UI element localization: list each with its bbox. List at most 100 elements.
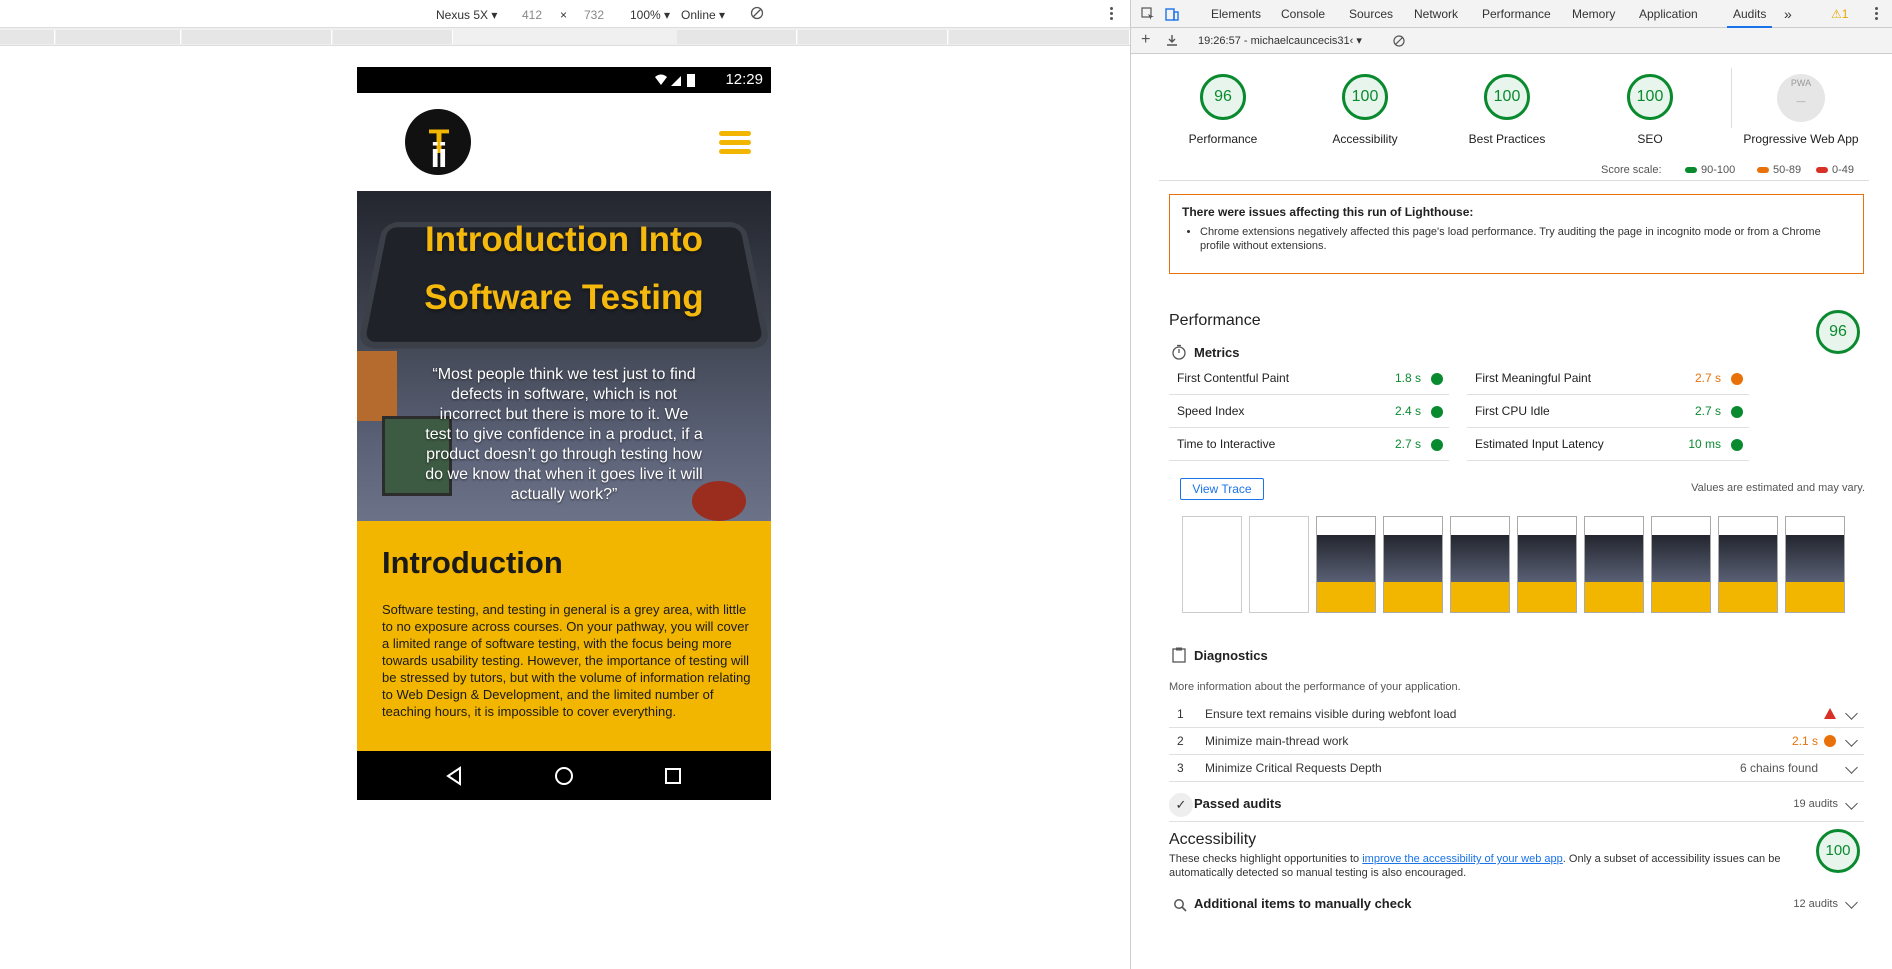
estimate-note: Values are estimated and may vary. (1691, 482, 1865, 494)
passed-audits-row[interactable]: ✓ Passed audits 19 audits (1169, 789, 1864, 822)
tab-elements[interactable]: Elements (1211, 0, 1261, 28)
accessibility-section-title: Accessibility (1169, 831, 1257, 848)
seo-gauge-label: SEO (1637, 132, 1663, 146)
chevron-down-icon (1845, 896, 1858, 909)
score-scale-label: Score scale: (1601, 164, 1662, 176)
performance-gauge[interactable]: 96 (1200, 74, 1246, 120)
more-options-icon[interactable] (1110, 7, 1113, 21)
pwa-badge-icon[interactable]: PWA — (1777, 74, 1825, 122)
filmstrip-frame (1651, 516, 1711, 613)
audits-toolbar: + 19:26:57 - michaelcauncecis31‹ ▾ (1131, 28, 1892, 54)
lighthouse-warning-box: There were issues affecting this run of … (1169, 194, 1864, 274)
filmstrip-frame (1785, 516, 1845, 613)
zoom-select[interactable]: 100% ▾ (630, 8, 670, 22)
diagnostic-row[interactable]: 1 Ensure text remains visible during webf… (1169, 701, 1864, 728)
android-nav-bar (357, 752, 771, 800)
diagnostic-row[interactable]: 3 Minimize Critical Requests Depth 6 chai… (1169, 755, 1864, 782)
tab-performance[interactable]: Performance (1482, 0, 1551, 28)
tab-application[interactable]: Application (1639, 0, 1698, 28)
filmstrip-frame (1584, 516, 1644, 613)
media-query-ruler[interactable] (0, 28, 1130, 46)
devtools-menu-icon[interactable] (1875, 7, 1878, 21)
accessibility-description: These checks highlight opportunities to … (1169, 853, 1781, 879)
clear-reports-icon[interactable] (1393, 35, 1405, 47)
rotate-icon[interactable] (750, 6, 764, 23)
lighthouse-report: 96 Performance 100 Accessibility 100 Bes… (1131, 54, 1892, 969)
diagnostics-description: More information about the performance o… (1169, 681, 1461, 693)
chevron-down-icon (1845, 761, 1858, 774)
filmstrip-frame (1249, 516, 1309, 613)
score-scale-low: 0-49 (1816, 164, 1854, 176)
filmstrip-frame (1316, 516, 1376, 613)
clipboard-icon (1172, 647, 1186, 663)
stopwatch-icon (1172, 344, 1186, 360)
score-scale-mid: 50-89 (1757, 164, 1801, 176)
inspect-element-icon[interactable] (1141, 7, 1155, 21)
device-toolbar-toggle-icon[interactable] (1165, 7, 1179, 21)
site-logo[interactable]: ii T (405, 109, 471, 175)
tab-console[interactable]: Console (1281, 0, 1325, 28)
height-input[interactable]: 732 (584, 8, 604, 22)
metric-tti: Time to Interactive 2.7 s (1169, 428, 1449, 461)
metric-input-latency: Estimated Input Latency 10 ms (1467, 428, 1749, 461)
score-scale-high: 90-100 (1685, 164, 1735, 176)
filmstrip-frame (1718, 516, 1778, 613)
manual-check-row[interactable]: Additional items to manually check 12 au… (1169, 892, 1864, 922)
home-icon[interactable] (554, 766, 574, 786)
download-report-icon[interactable] (1166, 34, 1178, 46)
devtools-panel: Elements Console Sources Network Perform… (1130, 0, 1892, 969)
accessibility-doc-link[interactable]: improve the accessibility of your web ap… (1362, 853, 1563, 865)
metric-speed-index: Speed Index 2.4 s (1169, 395, 1449, 428)
pass-check-icon (1431, 373, 1443, 385)
warning-counter[interactable]: ⚠1 (1831, 0, 1848, 28)
report-select[interactable]: 19:26:57 - michaelcauncecis31‹ ▾ (1198, 34, 1362, 47)
checkmark-icon: ✓ (1169, 793, 1193, 817)
warning-item: Chrome extensions negatively affected th… (1200, 225, 1851, 253)
width-input[interactable]: 412 (522, 8, 542, 22)
device-select[interactable]: Nexus 5X ▾ (436, 8, 497, 22)
tab-memory[interactable]: Memory (1572, 0, 1615, 28)
network-select[interactable]: Online ▾ (681, 8, 725, 22)
phone-clock: 12:29 (725, 71, 763, 88)
dimension-separator: × (560, 8, 568, 22)
intro-heading: Introduction (382, 545, 563, 580)
more-tabs-icon[interactable]: » (1784, 0, 1792, 28)
tab-network[interactable]: Network (1414, 0, 1458, 28)
performance-gauge-label: Performance (1188, 132, 1258, 146)
performance-section-title: Performance (1169, 312, 1261, 329)
view-trace-button[interactable]: View Trace (1180, 478, 1264, 500)
accessibility-gauge-label: Accessibility (1332, 132, 1398, 146)
recents-icon[interactable] (663, 766, 683, 786)
seo-gauge[interactable]: 100 (1627, 74, 1673, 120)
tab-audits[interactable]: Audits (1727, 0, 1773, 28)
best-practices-gauge[interactable]: 100 (1484, 74, 1530, 120)
hero-section: Introduction Into Software Testing “Most… (357, 191, 771, 521)
pass-check-icon (1731, 439, 1743, 451)
best-practices-gauge-label: Best Practices (1468, 132, 1546, 146)
device-toolbar: Nexus 5X ▾ 412 × 732 100% ▾ Online ▾ (0, 0, 1130, 28)
average-info-icon (1824, 735, 1836, 747)
chevron-down-icon (1845, 797, 1858, 810)
hamburger-menu-icon[interactable] (719, 131, 751, 157)
accessibility-score-gauge: 100 (1816, 829, 1860, 873)
metric-first-cpu-idle: First CPU Idle 2.7 s (1467, 395, 1749, 428)
tab-sources[interactable]: Sources (1349, 0, 1393, 28)
intro-section: Introduction Software testing, and testi… (357, 521, 771, 751)
hero-title: Introduction Into Software Testing (424, 220, 704, 317)
average-info-icon (1731, 373, 1743, 385)
magnifier-icon (1174, 899, 1187, 912)
metrics-title: Metrics (1194, 345, 1240, 360)
accessibility-gauge[interactable]: 100 (1342, 74, 1388, 120)
signal-battery-icon (655, 74, 695, 87)
back-icon[interactable] (445, 766, 465, 786)
new-audit-icon[interactable]: + (1141, 31, 1150, 49)
diagnostic-row[interactable]: 2 Minimize main-thread work 2.1 s (1169, 728, 1864, 755)
chevron-down-icon (1845, 734, 1858, 747)
chevron-down-icon (1845, 707, 1858, 720)
intro-body: Software testing, and testing in general… (382, 602, 751, 719)
phone-status-bar: 12:29 (357, 67, 771, 93)
fail-triangle-icon (1824, 708, 1836, 719)
metric-fmp: First Meaningful Paint 2.7 s (1467, 362, 1749, 395)
devtools-tab-bar: Elements Console Sources Network Perform… (1131, 0, 1892, 28)
filmstrip-frame (1383, 516, 1443, 613)
